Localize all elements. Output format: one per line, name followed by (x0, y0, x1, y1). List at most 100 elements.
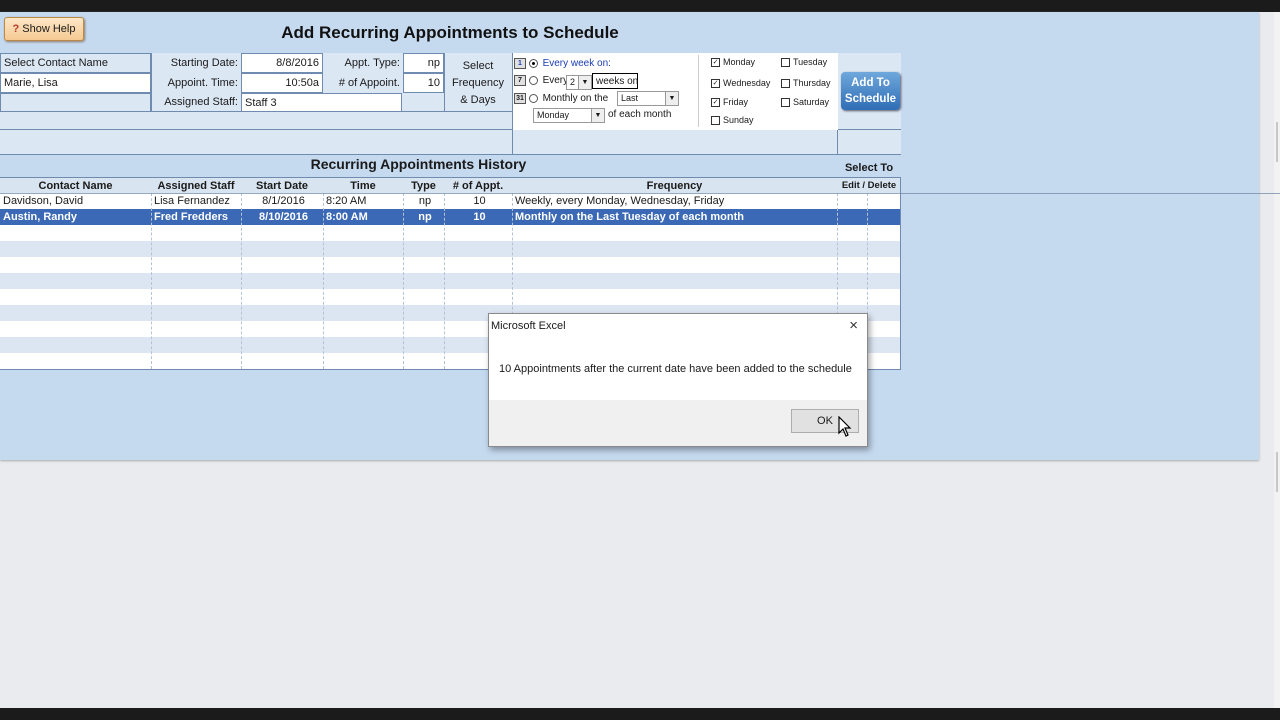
col-num-appt: # of Appt. (452, 180, 504, 192)
col-time: Time (350, 180, 376, 192)
add-button-line1: Add To (851, 77, 890, 89)
num-appoint-field[interactable]: 10 (403, 73, 444, 93)
bottom-bar (0, 708, 1280, 720)
cell-num-appt: 10 (473, 211, 486, 223)
close-icon[interactable]: × (849, 317, 858, 334)
empty-cell (0, 93, 151, 112)
friday-label: Friday (723, 97, 749, 107)
checkbox-unchecked[interactable] (711, 116, 720, 126)
of-each-month-label: of each month (608, 109, 672, 120)
history-title: Recurring Appointments History (310, 156, 527, 172)
wednesday-label: Wednesday (723, 78, 771, 88)
cell-contact: Austin, Randy (3, 211, 77, 223)
page-title: Add Recurring Appointments to Schedule (281, 23, 619, 42)
thursday-checkbox[interactable]: Thursday (781, 78, 831, 89)
col-assigned-staff: Assigned Staff (157, 180, 235, 192)
tuesday-label: Tuesday (793, 57, 828, 67)
cell-num-appt: 10 (473, 195, 486, 207)
help-icon: ? (12, 23, 20, 35)
chevron-down-icon: ▼ (578, 76, 591, 89)
saturday-label: Saturday (793, 97, 830, 107)
table-row-selected[interactable]: Austin, Randy Fred Fredders 8/10/2016 8:… (0, 209, 901, 225)
checkbox-checked[interactable]: ✓ (711, 79, 720, 89)
assigned-staff-field[interactable]: Staff 3 (241, 93, 402, 112)
message-dialog: Microsoft Excel × 10 Appointments after … (488, 313, 868, 447)
mouse-cursor-icon (838, 416, 852, 437)
appt-type-field[interactable]: np (403, 53, 444, 73)
appt-type-label: Appt. Type: (344, 57, 400, 69)
checkbox-checked[interactable]: ✓ (711, 98, 720, 108)
assigned-staff-label: Assigned Staff: (164, 96, 238, 108)
monday-label: Monday (723, 57, 756, 67)
calendar-31-icon: 31 (514, 93, 526, 104)
chevron-down-icon: ▼ (591, 109, 604, 122)
cell-start-date: 8/1/2016 (262, 195, 305, 207)
monthly-day-dropdown[interactable]: Monday ▼ (533, 108, 605, 123)
monthly-ordinal-value: Last (621, 93, 639, 103)
tuesday-checkbox[interactable]: Tuesday (781, 57, 828, 68)
checkbox-checked[interactable]: ✓ (711, 58, 720, 68)
checkbox-unchecked[interactable] (781, 98, 790, 108)
add-to-schedule-button[interactable]: Add To Schedule (841, 72, 900, 110)
select-frequency-line3: & Days (460, 94, 496, 106)
cell-contact: Davidson, David (3, 195, 84, 207)
monday-checkbox[interactable]: ✓ Monday (711, 57, 756, 68)
friday-checkbox[interactable]: ✓ Friday (711, 97, 749, 108)
col-frequency: Frequency (646, 180, 703, 192)
col-type: Type (411, 180, 436, 192)
cell-type: np (418, 195, 432, 207)
cell-time: 8:00 AM (326, 211, 368, 223)
every-radio[interactable] (528, 76, 538, 85)
monthly-radio[interactable] (528, 94, 538, 103)
appt-time-label: Appoint. Time: (167, 77, 238, 89)
col-contact-name: Contact Name (38, 180, 113, 192)
every-weeks-value: 2 (570, 77, 576, 87)
edit-delete-label: Edit / Delete (841, 180, 897, 191)
select-contact-label: Select Contact Name (0, 53, 151, 73)
select-frequency-line2: Frequency (452, 77, 504, 89)
every-n-weeks-option[interactable]: 7 Every (514, 75, 568, 86)
dialog-message: 10 Appointments after the current date h… (499, 363, 852, 375)
select-frequency-label: Select Frequency & Days (444, 58, 512, 109)
num-appoint-label: # of Appoint. (338, 77, 400, 89)
calendar-1-icon: 1 (514, 58, 526, 69)
monthly-ordinal-dropdown[interactable]: Last ▼ (617, 91, 679, 106)
thursday-label: Thursday (793, 78, 831, 88)
sunday-checkbox[interactable]: Sunday (711, 115, 754, 126)
show-help-button[interactable]: ? Show Help (4, 17, 84, 41)
every-weeks-dropdown[interactable]: 2 ▼ (566, 75, 592, 90)
right-scroll-strip[interactable] (1274, 12, 1280, 708)
chevron-down-icon: ▼ (665, 92, 678, 105)
col-start-date: Start Date (256, 180, 308, 192)
cell-frequency: Weekly, every Monday, Wednesday, Friday (515, 195, 725, 207)
weeks-on-label: weeks on (592, 73, 638, 89)
cell-time: 8:20 AM (326, 195, 367, 207)
cell-type: np (418, 211, 432, 223)
contact-name-field[interactable]: Marie, Lisa (0, 73, 151, 93)
sunday-label: Sunday (723, 115, 754, 125)
table-row[interactable]: Davidson, David Lisa Fernandez 8/1/2016 … (0, 193, 901, 209)
appt-time-field[interactable]: 10:50a (241, 73, 323, 93)
checkbox-unchecked[interactable] (781, 58, 790, 68)
add-button-line2: Schedule (844, 93, 897, 105)
saturday-checkbox[interactable]: Saturday (781, 97, 830, 108)
wednesday-checkbox[interactable]: ✓ Wednesday (711, 78, 771, 89)
show-help-label: Show Help (22, 23, 76, 35)
top-bar (0, 0, 1280, 12)
cell-frequency: Monthly on the Last Tuesday of each mont… (515, 211, 744, 223)
cell-staff: Fred Fredders (154, 211, 228, 223)
checkbox-unchecked[interactable] (781, 79, 790, 89)
monthly-day-value: Monday (537, 110, 570, 120)
cell-start-date: 8/10/2016 (259, 211, 308, 223)
monthly-option[interactable]: 31 Monthly on the (514, 93, 608, 104)
starting-date-field[interactable]: 8/8/2016 (241, 53, 323, 73)
divider-line (0, 193, 1280, 194)
weekly-option[interactable]: 1 Every week on: (514, 58, 611, 69)
select-frequency-line1: Select (462, 60, 494, 72)
weekly-option-label: Every week on: (542, 58, 611, 70)
weekly-radio[interactable] (528, 59, 538, 68)
select-to-label: Select To (844, 162, 894, 174)
every-label: Every (542, 75, 569, 87)
starting-date-label: Starting Date: (170, 57, 238, 69)
calendar-7-icon: 7 (514, 75, 526, 86)
